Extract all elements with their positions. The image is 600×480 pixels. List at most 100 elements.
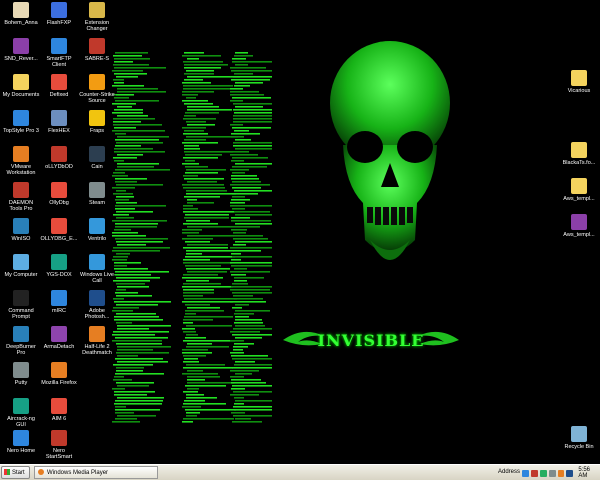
ventrilo-icon xyxy=(89,218,105,234)
task-label: Windows Media Player xyxy=(47,470,109,476)
desktop-icon-aircrack-ng-gui[interactable]: Aircrack-ng GUI xyxy=(2,398,40,428)
desktop-icon-snd-rever[interactable]: SND_Rever... xyxy=(2,38,40,62)
desktop-icon-label: VMware Workstation xyxy=(6,164,36,176)
deepburner-icon xyxy=(13,326,29,342)
desktop-icon-label: OLLYDBG_E... xyxy=(40,236,78,242)
folder-icon xyxy=(571,70,587,86)
desktop-icon-nero-home[interactable]: Nero Home xyxy=(2,430,40,454)
desktop-icon-label: YGS-DOX xyxy=(46,272,72,278)
desktop-icon-label: DeepBurner Pro xyxy=(6,344,36,356)
desktop-icon-label: Half-Life 2 Deathmatch xyxy=(82,344,112,356)
desktop-icon-extension-changer[interactable]: Extension Changer xyxy=(78,2,116,32)
desktop-icon-aws-templ[interactable]: Aws_templ... xyxy=(560,178,598,202)
desktop-icon-label: Aws_templ... xyxy=(563,232,595,238)
desktop-icon-label: Fraps xyxy=(89,128,105,134)
desktop-icon-ollydbg-e[interactable]: OLLYDBG_E... xyxy=(40,218,78,242)
desktop-icon-vmware-workstation[interactable]: VMware Workstation xyxy=(2,146,40,176)
help-icon[interactable] xyxy=(566,469,574,477)
desktop-icon-adobe-photosh[interactable]: Adobe Photosh... xyxy=(78,290,116,320)
network-icon[interactable] xyxy=(522,469,529,477)
desktop-icon-ventrilo[interactable]: Ventrilo xyxy=(78,218,116,242)
putty-icon xyxy=(13,362,29,378)
desktop-icon-cain[interactable]: Cain xyxy=(78,146,116,170)
antivirus-icon[interactable] xyxy=(530,469,538,477)
winiso-icon xyxy=(13,218,29,234)
desktop-icon-label: Vicarious xyxy=(567,88,591,94)
desktop-icon-label: FlexHEX xyxy=(48,128,70,134)
desktop-icon-flexhex[interactable]: FlexHEX xyxy=(40,110,78,134)
desktop-icon-label: Ventrilo xyxy=(87,236,107,242)
nero-startsmart-icon xyxy=(51,430,67,446)
ygs-dox-icon xyxy=(51,254,67,270)
desktop-icon-vicarious[interactable]: Vicarious xyxy=(560,70,598,94)
desktop-icon-steam[interactable]: Steam xyxy=(78,182,116,206)
desktop-icon-label: My Documents xyxy=(2,92,40,98)
desktop-icon-blackats-fo[interactable]: BlackaTs.fo... xyxy=(560,142,598,166)
desktop-icon-ygs-dox[interactable]: YGS-DOX xyxy=(40,254,78,278)
firefox-icon xyxy=(51,362,67,378)
desktop-icon-half-life-2-deathmatch[interactable]: Half-Life 2 Deathmatch xyxy=(78,326,116,356)
desktop-icon-label: DAEMON Tools Pro xyxy=(8,200,34,212)
desktop-icon-label: TopStyle Pro 3 xyxy=(3,128,39,134)
desktop-icon-smartftp-client[interactable]: SmartFTP Client xyxy=(40,38,78,68)
desktop-icon-aim-6[interactable]: AIM 6 xyxy=(40,398,78,422)
desktop-icon-label: Adobe Photosh... xyxy=(84,308,110,320)
desktop-icon-fraps[interactable]: Fraps xyxy=(78,110,116,134)
ollydbg-e-icon xyxy=(51,218,67,234)
desktop-icon-command-prompt[interactable]: Command Prompt xyxy=(2,290,40,320)
desktop-icon-armadetach[interactable]: ArmaDetach xyxy=(40,326,78,350)
desktop-icon-windows-live-call[interactable]: Windows Live Call xyxy=(78,254,116,284)
messenger-icon[interactable] xyxy=(539,469,547,477)
desktop-icon-nero-startsmart[interactable]: Nero StartSmart xyxy=(40,430,78,460)
my-documents-icon xyxy=(13,74,29,90)
vmware-icon xyxy=(13,146,29,162)
desktop-icon-topstyle-pro-3[interactable]: TopStyle Pro 3 xyxy=(2,110,40,134)
desktop-icon-label: SmartFTP Client xyxy=(46,56,72,68)
desktop-icon-label: Windows Live Call xyxy=(80,272,114,284)
desktop-icon-label: Defixed xyxy=(49,92,69,98)
desktop-icon-my-documents[interactable]: My Documents xyxy=(2,74,40,98)
desktop-icon-label: SND_Rever... xyxy=(4,56,38,62)
desktop-icon-flashfxp[interactable]: FlashFXP xyxy=(40,2,78,26)
desktop-icon-recycle-bin[interactable]: Recycle Bin xyxy=(560,426,598,450)
desktop-icon-bohem-anna[interactable]: Bohem_Anna xyxy=(2,2,40,26)
desktop-icon-sabre-s[interactable]: SABRE-S xyxy=(78,38,116,62)
start-label: Start xyxy=(12,470,25,476)
windows-flag-icon xyxy=(4,469,10,476)
desktop-icon-label: BlackaTs.fo... xyxy=(562,160,596,166)
desktop-icon-label: OllyDbg xyxy=(49,200,69,206)
nero-home-icon xyxy=(13,430,29,446)
desktop-icon-my-computer[interactable]: My Computer xyxy=(2,254,40,278)
taskbar-item-windows-media-player[interactable]: Windows Media Player xyxy=(34,466,158,479)
command-prompt-icon xyxy=(13,290,29,306)
desktop-icon-label: FlashFXP xyxy=(46,20,72,26)
desktop-icon-aws-templ[interactable]: Aws_templ... xyxy=(560,214,598,238)
desktop-icon-label: Extension Changer xyxy=(84,20,110,32)
counter-strike-icon xyxy=(89,74,105,90)
desktop-icon-label: ArmaDetach xyxy=(43,344,75,350)
desktop-icon-ollydbg[interactable]: OllyDbg xyxy=(40,182,78,206)
desktop-icon-ollydbod[interactable]: oLLYDbOD xyxy=(40,146,78,170)
desktop-icon-mirc[interactable]: mIRC xyxy=(40,290,78,314)
photoshop-icon xyxy=(89,290,105,306)
update-icon[interactable] xyxy=(557,469,565,477)
desktop-icon-deepburner-pro[interactable]: DeepBurner Pro xyxy=(2,326,40,356)
volume-icon[interactable] xyxy=(548,469,556,477)
address-label: Address xyxy=(498,469,521,475)
desktop-icon-label: Recycle Bin xyxy=(564,444,594,450)
media-player-icon xyxy=(38,469,44,476)
flexhex-icon xyxy=(51,110,67,126)
desktop-icon-mozilla-firefox[interactable]: Mozilla Firefox xyxy=(40,362,78,386)
desktop-icon-putty[interactable]: Putty xyxy=(2,362,40,386)
desktop-icon-winiso[interactable]: WinISO xyxy=(2,218,40,242)
desktop-icon-defixed[interactable]: Defixed xyxy=(40,74,78,98)
rar-archive-icon xyxy=(571,214,587,230)
desktop-icon-label: oLLYDbOD xyxy=(45,164,73,170)
matrix-code-wallpaper xyxy=(112,52,272,423)
desktop-icon-counter-strike-source[interactable]: Counter-Strike Source xyxy=(78,74,116,104)
aircrack-icon xyxy=(13,398,29,414)
desktop-icon-daemon-tools-pro[interactable]: DAEMON Tools Pro xyxy=(2,182,40,212)
system-tray: 5:56 AM xyxy=(522,467,600,479)
start-button[interactable]: Start xyxy=(1,466,30,479)
desktop-icon-label: Counter-Strike Source xyxy=(79,92,115,104)
